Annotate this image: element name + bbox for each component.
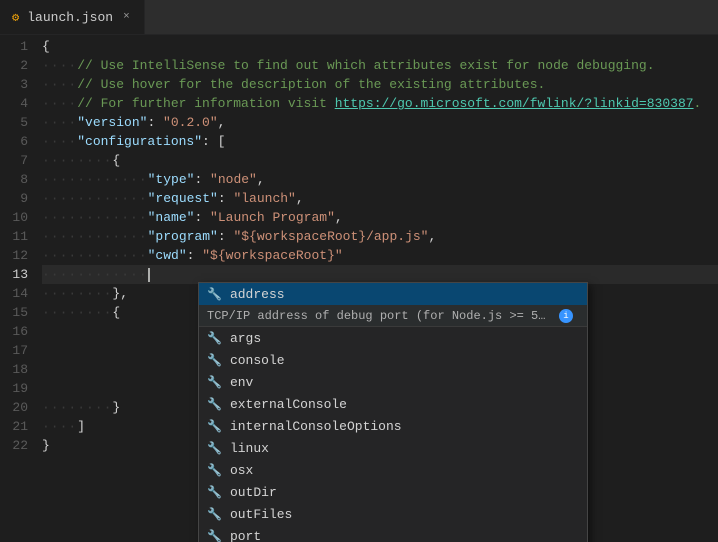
autocomplete-tooltip-row: TCP/IP address of debug port (for Node.j… — [199, 305, 587, 327]
wrench-icon-linux: 🔧 — [207, 441, 222, 456]
line-num-20: 20 — [0, 398, 34, 417]
editor: 1 2 3 4 5 6 7 8 9 10 11 12 13 14 15 16 1… — [0, 35, 718, 542]
line-num-19: 19 — [0, 379, 34, 398]
autocomplete-item-port[interactable]: 🔧 port — [199, 525, 587, 542]
line-num-6: 6 — [0, 132, 34, 151]
autocomplete-item-externalConsole[interactable]: 🔧 externalConsole — [199, 393, 587, 415]
tab-launch-json[interactable]: ⚙ launch.json × — [0, 0, 145, 34]
line-num-14: 14 — [0, 284, 34, 303]
tab-label: launch.json — [27, 10, 113, 25]
tooltip-text: TCP/IP address of debug port (for Node.j… — [207, 309, 547, 323]
code-line-4: ····// For further information visit htt… — [42, 94, 718, 113]
autocomplete-item-outDir[interactable]: 🔧 outDir — [199, 481, 587, 503]
wrench-icon-console: 🔧 — [207, 353, 222, 368]
tab-bar: ⚙ launch.json × — [0, 0, 718, 35]
code-line-8: ············"type": "node", — [42, 170, 718, 189]
line-num-11: 11 — [0, 227, 34, 246]
code-line-12: ············"cwd": "${workspaceRoot}" — [42, 246, 718, 265]
autocomplete-label-address: address — [230, 287, 285, 302]
autocomplete-label-outDir: outDir — [230, 485, 277, 500]
autocomplete-item-console[interactable]: 🔧 console — [199, 349, 587, 371]
autocomplete-label-linux: linux — [230, 441, 269, 456]
line-num-5: 5 — [0, 113, 34, 132]
wrench-icon-internalConsoleOptions: 🔧 — [207, 419, 222, 434]
autocomplete-label-port: port — [230, 529, 261, 542]
autocomplete-item-osx[interactable]: 🔧 osx — [199, 459, 587, 481]
autocomplete-item-linux[interactable]: 🔧 linux — [199, 437, 587, 459]
wrench-icon-port: 🔧 — [207, 529, 222, 542]
autocomplete-item-args[interactable]: 🔧 args — [199, 327, 587, 349]
line-num-9: 9 — [0, 189, 34, 208]
wrench-icon-outFiles: 🔧 — [207, 507, 222, 522]
code-line-1: { — [42, 37, 718, 56]
wrench-icon-env: 🔧 — [207, 375, 222, 390]
autocomplete-dropdown: 🔧 address TCP/IP address of debug port (… — [198, 282, 588, 542]
line-num-13: 13 — [0, 265, 34, 284]
autocomplete-label-env: env — [230, 375, 253, 390]
code-area[interactable]: { ····// Use IntelliSense to find out wh… — [42, 35, 718, 542]
autocomplete-label-externalConsole: externalConsole — [230, 397, 347, 412]
line-numbers: 1 2 3 4 5 6 7 8 9 10 11 12 13 14 15 16 1… — [0, 35, 42, 542]
tab-close-button[interactable]: × — [121, 9, 132, 25]
code-line-5: ····"version": "0.2.0", — [42, 113, 718, 132]
line-num-1: 1 — [0, 37, 34, 56]
wrench-icon-outDir: 🔧 — [207, 485, 222, 500]
autocomplete-item-internalConsoleOptions[interactable]: 🔧 internalConsoleOptions — [199, 415, 587, 437]
line-num-22: 22 — [0, 436, 34, 455]
line-num-4: 4 — [0, 94, 34, 113]
line-num-2: 2 — [0, 56, 34, 75]
code-line-10: ············"name": "Launch Program", — [42, 208, 718, 227]
text-cursor — [148, 268, 150, 282]
wrench-icon-osx: 🔧 — [207, 463, 222, 478]
line-num-8: 8 — [0, 170, 34, 189]
code-line-11: ············"program": "${workspaceRoot}… — [42, 227, 718, 246]
line-num-21: 21 — [0, 417, 34, 436]
line-num-15: 15 — [0, 303, 34, 322]
code-line-7: ········{ — [42, 151, 718, 170]
autocomplete-label-args: args — [230, 331, 261, 346]
code-line-2: ····// Use IntelliSense to find out whic… — [42, 56, 718, 75]
autocomplete-label-console: console — [230, 353, 285, 368]
autocomplete-label-outFiles: outFiles — [230, 507, 292, 522]
autocomplete-label-internalConsoleOptions: internalConsoleOptions — [230, 419, 402, 434]
line-num-17: 17 — [0, 341, 34, 360]
autocomplete-item-outFiles[interactable]: 🔧 outFiles — [199, 503, 587, 525]
line-num-10: 10 — [0, 208, 34, 227]
code-line-3: ····// Use hover for the description of … — [42, 75, 718, 94]
line-num-3: 3 — [0, 75, 34, 94]
line-num-12: 12 — [0, 246, 34, 265]
line-num-7: 7 — [0, 151, 34, 170]
code-line-9: ············"request": "launch", — [42, 189, 718, 208]
code-line-6: ····"configurations": [ — [42, 132, 718, 151]
wrench-icon: 🔧 — [207, 287, 222, 302]
autocomplete-item-env[interactable]: 🔧 env — [199, 371, 587, 393]
autocomplete-label-osx: osx — [230, 463, 253, 478]
wrench-icon-externalConsole: 🔧 — [207, 397, 222, 412]
wrench-icon-args: 🔧 — [207, 331, 222, 346]
line-num-18: 18 — [0, 360, 34, 379]
tab-file-icon: ⚙ — [12, 10, 19, 25]
autocomplete-item-address[interactable]: 🔧 address — [199, 283, 587, 305]
line-num-16: 16 — [0, 322, 34, 341]
info-circle-icon: i — [559, 309, 573, 323]
